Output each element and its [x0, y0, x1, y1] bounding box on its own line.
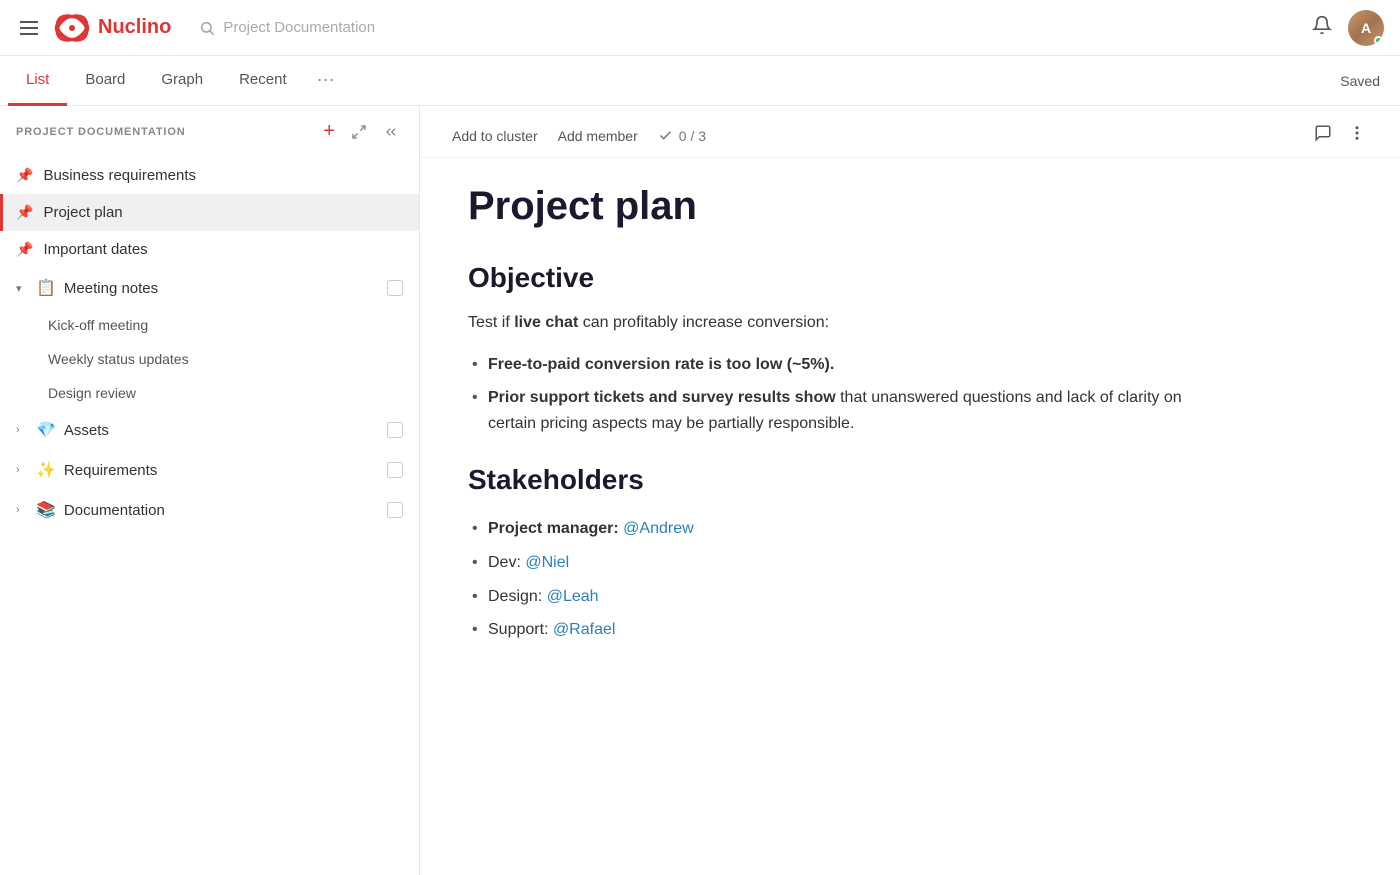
sidebar-item-label: Important dates — [43, 241, 403, 258]
folder-emoji: ✨ — [36, 460, 56, 480]
checkmark-count: 0 / 3 — [658, 128, 706, 144]
chevron-right-icon: › — [16, 504, 28, 516]
folder-checkbox[interactable] — [387, 280, 403, 296]
checkmark-icon — [658, 128, 673, 143]
stakeholders-bullets: Project manager: @Andrew Dev: @Niel Desi… — [468, 512, 1232, 646]
sidebar: PROJECT DOCUMENTATION + 📌 Busi — [0, 106, 420, 875]
collapse-sidebar-button[interactable] — [379, 122, 403, 142]
stakeholder-dev: Dev: @Niel — [468, 546, 1232, 580]
content-toolbar: Add to cluster Add member 0 / 3 — [420, 106, 1400, 158]
folder-emoji: 📋 — [36, 278, 56, 298]
pin-icon: 📌 — [16, 241, 33, 258]
search-placeholder: Project Documentation — [223, 19, 375, 36]
online-indicator — [1374, 36, 1383, 45]
tabs-bar: List Board Graph Recent ⋯ Saved — [0, 56, 1400, 106]
sidebar-actions: + — [319, 118, 403, 145]
sidebar-folder-requirements[interactable]: › ✨ Requirements — [0, 450, 419, 490]
pin-icon: 📌 — [16, 167, 33, 184]
bullet-conversion-rate: Free-to-paid conversion rate is too low … — [468, 348, 1232, 382]
chevron-right-icon: › — [16, 464, 28, 476]
stakeholder-design: Design: @Leah — [468, 580, 1232, 614]
document-title: Project plan — [468, 182, 1232, 230]
section-heading-stakeholders: Stakeholders — [468, 464, 1232, 496]
tab-board[interactable]: Board — [67, 56, 143, 106]
folder-checkbox[interactable] — [387, 462, 403, 478]
link-leah[interactable]: @Leah — [547, 588, 599, 605]
folder-checkbox[interactable] — [387, 502, 403, 518]
avatar[interactable]: A — [1348, 10, 1384, 46]
folder-emoji: 💎 — [36, 420, 56, 440]
objective-bullets: Free-to-paid conversion rate is too low … — [468, 348, 1232, 441]
subitem-label: Kick-off meeting — [48, 317, 148, 333]
link-andrew[interactable]: @Andrew — [623, 520, 694, 537]
search-icon — [199, 20, 215, 36]
sidebar-folder-assets[interactable]: › 💎 Assets — [0, 410, 419, 450]
link-rafael[interactable]: @Rafael — [553, 621, 616, 638]
folder-label: Documentation — [64, 502, 379, 519]
sidebar-subitem-weekly[interactable]: Weekly status updates — [0, 342, 419, 376]
sidebar-item-project-plan[interactable]: 📌 Project plan — [0, 194, 419, 231]
sidebar-header: PROJECT DOCUMENTATION + — [0, 106, 419, 157]
folder-label: Meeting notes — [64, 280, 379, 297]
objective-intro: Test if live chat can profitably increas… — [468, 310, 1232, 336]
search-bar[interactable]: Project Documentation — [199, 19, 375, 36]
sidebar-folder-meeting-notes[interactable]: ▾ 📋 Meeting notes — [0, 268, 419, 308]
add-member-button[interactable]: Add member — [558, 124, 638, 148]
main-layout: PROJECT DOCUMENTATION + 📌 Busi — [0, 106, 1400, 875]
add-to-cluster-button[interactable]: Add to cluster — [452, 124, 538, 148]
dots-vertical-icon — [1348, 124, 1366, 142]
comments-button[interactable] — [1312, 122, 1334, 149]
subitem-label: Weekly status updates — [48, 351, 189, 367]
sidebar-item-label: Project plan — [43, 204, 403, 221]
toolbar-left: Add to cluster Add member 0 / 3 — [452, 124, 706, 148]
stakeholder-support: Support: @Rafael — [468, 613, 1232, 647]
sidebar-item-important-dates[interactable]: 📌 Important dates — [0, 231, 419, 268]
bullet-support-tickets: Prior support tickets and survey results… — [468, 381, 1232, 440]
pin-icon: 📌 — [16, 204, 33, 221]
folder-checkbox[interactable] — [387, 422, 403, 438]
expand-icon — [351, 124, 367, 140]
stakeholder-project-manager: Project manager: @Andrew — [468, 512, 1232, 546]
sidebar-subitem-kickoff[interactable]: Kick-off meeting — [0, 308, 419, 342]
toolbar-right — [1312, 122, 1368, 149]
logo-text: Nuclino — [98, 16, 171, 39]
saved-indicator: Saved — [1340, 73, 1380, 89]
sidebar-title: PROJECT DOCUMENTATION — [16, 126, 186, 138]
bell-icon — [1312, 15, 1332, 35]
folder-emoji: 📚 — [36, 500, 56, 520]
subitem-label: Design review — [48, 385, 136, 401]
expand-sidebar-button[interactable] — [347, 122, 371, 142]
folder-label: Assets — [64, 422, 379, 439]
sidebar-folder-documentation[interactable]: › 📚 Documentation — [0, 490, 419, 530]
chevron-down-icon: ▾ — [16, 282, 28, 295]
chevron-right-icon: › — [16, 424, 28, 436]
sidebar-subitem-design-review[interactable]: Design review — [0, 376, 419, 410]
tabs-more-button[interactable]: ⋯ — [305, 56, 347, 106]
chevrons-left-icon — [383, 124, 399, 140]
hamburger-button[interactable] — [16, 17, 42, 39]
nav-right: A — [1312, 10, 1384, 46]
sidebar-item-business-requirements[interactable]: 📌 Business requirements — [0, 157, 419, 194]
link-niel[interactable]: @Niel — [525, 554, 569, 571]
notifications-button[interactable] — [1312, 15, 1332, 41]
section-heading-objective: Objective — [468, 262, 1232, 294]
tab-recent[interactable]: Recent — [221, 56, 305, 106]
nuclino-logo-icon — [54, 10, 90, 46]
top-nav: Nuclino Project Documentation A — [0, 0, 1400, 56]
tab-list[interactable]: List — [8, 56, 67, 106]
document-content: Project plan Objective Test if live chat… — [420, 158, 1280, 731]
tab-graph[interactable]: Graph — [143, 56, 221, 106]
comment-icon — [1314, 124, 1332, 142]
content-area: Add to cluster Add member 0 / 3 — [420, 106, 1400, 875]
sidebar-item-label: Business requirements — [43, 167, 403, 184]
logo[interactable]: Nuclino — [54, 10, 171, 46]
more-options-button[interactable] — [1346, 122, 1368, 149]
folder-label: Requirements — [64, 462, 379, 479]
add-item-button[interactable]: + — [319, 118, 339, 145]
